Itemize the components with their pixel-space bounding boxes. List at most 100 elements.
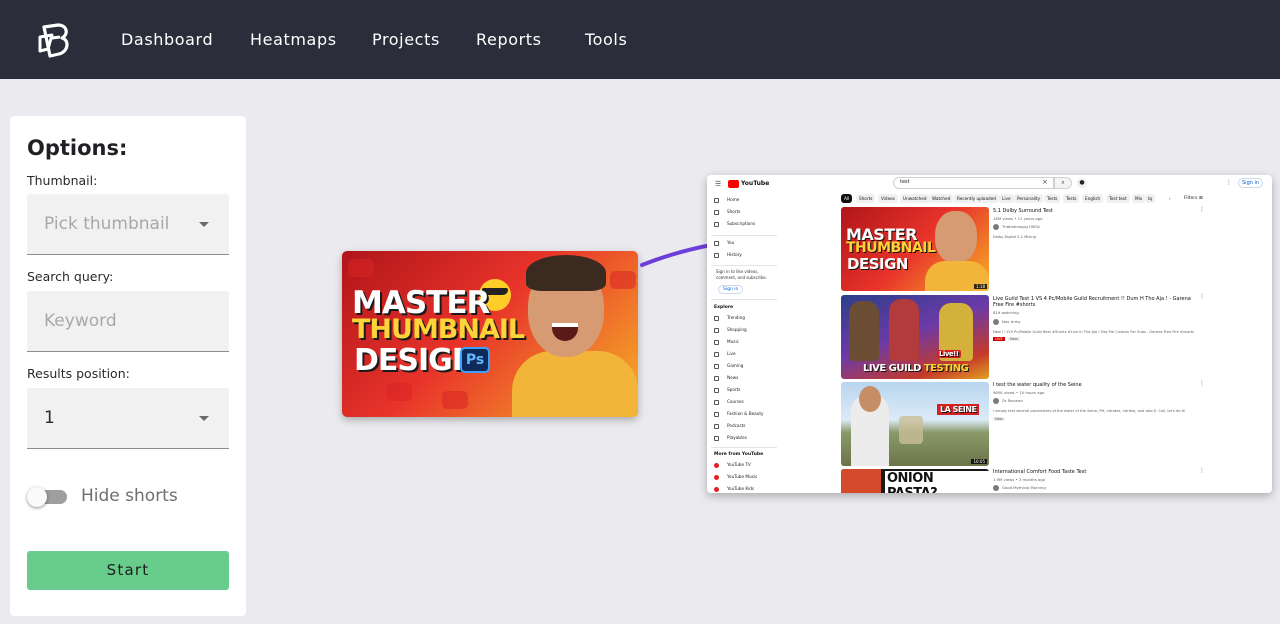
chip: Test test xyxy=(1106,194,1130,203)
thumb-figure xyxy=(889,299,919,361)
yt-side-item: Subscriptions xyxy=(714,221,755,229)
yt-side-item: Playables xyxy=(714,435,747,443)
chip: Live xyxy=(999,194,1014,203)
yt-side-item: Sports xyxy=(714,387,740,395)
microphone-icon: ● xyxy=(1077,178,1087,188)
thumb-block xyxy=(841,469,881,493)
thumb-live-label: Live!! xyxy=(937,350,961,358)
video-channel: Good Mythical Morning xyxy=(993,485,1046,491)
thumbnail-label: Thumbnail: xyxy=(27,173,98,188)
thumb-text: DESIGN xyxy=(847,255,908,273)
yt-side-label: News xyxy=(727,375,739,380)
chip: Personality xyxy=(1014,194,1044,203)
yt-side-item: Live xyxy=(714,351,736,359)
video-title: I test the water quality of the Seine xyxy=(993,382,1082,388)
video-channel: Thatlatinoguy1983z xyxy=(993,224,1040,230)
thumb-figure xyxy=(849,301,879,361)
yt-side-item: YouTube Music xyxy=(714,474,757,482)
nav-heatmaps[interactable]: Heatmaps xyxy=(250,30,337,49)
search-query-input[interactable]: Keyword xyxy=(27,291,229,352)
selected-thumbnail-image: MASTER THUMBNAIL DESIGN Ps xyxy=(342,251,638,417)
shorts-icon xyxy=(714,209,719,215)
options-title: Options: xyxy=(27,136,128,160)
youtube-sidebar: Home Shorts Subscriptions You History Si… xyxy=(707,193,777,493)
yt-signin-note: Sign in to like videos, comment, and sub… xyxy=(716,269,767,280)
yt-side-label: Gaming xyxy=(727,363,744,368)
sports-icon xyxy=(714,387,719,393)
live-badge: LIVE xyxy=(993,337,1005,341)
nav-reports[interactable]: Reports xyxy=(476,30,542,49)
video-meta: 985K views • 10 hours ago xyxy=(993,390,1045,395)
video-thumbnail: Live!! LIVE GUILD TESTING xyxy=(841,295,989,379)
thumb-text: THUMBNAIL xyxy=(846,240,936,256)
youtube-signin-button: Sign in xyxy=(1238,178,1264,188)
yt-side-label: History xyxy=(727,252,742,257)
yt-more-title: More from YouTube xyxy=(714,452,764,457)
video-duration: 10:05 xyxy=(971,459,987,464)
chip: Unwatched xyxy=(900,194,930,203)
thumbnail-select[interactable]: Pick thumbnail xyxy=(27,194,229,255)
subscriptions-icon xyxy=(714,221,719,227)
chip: Mix xyxy=(1132,194,1146,203)
live-icon xyxy=(714,351,719,357)
nav-dashboard[interactable]: Dashboard xyxy=(121,30,213,49)
trending-icon xyxy=(714,315,719,321)
divider xyxy=(711,235,777,236)
video-meta: 1.9M views • 3 months ago xyxy=(993,477,1046,482)
search-query-label: Search query: xyxy=(27,269,114,284)
chip: Shorts xyxy=(856,194,876,203)
yt-side-label: Shorts xyxy=(727,209,741,214)
video-thumbnail: LA SEINE 10:05 xyxy=(841,382,989,466)
brand-logo-icon[interactable] xyxy=(38,19,74,63)
yt-side-label: Shopping xyxy=(727,327,747,332)
start-button[interactable]: Start xyxy=(27,551,229,590)
thumb-face xyxy=(859,386,881,412)
podcasts-icon xyxy=(714,423,719,429)
nav-tools[interactable]: Tools xyxy=(585,30,627,49)
yt-explore-title: Explore xyxy=(714,305,734,310)
yt-side-label: Subscriptions xyxy=(727,221,756,226)
search-query-placeholder: Keyword xyxy=(44,311,117,331)
photoshop-badge-icon: Ps xyxy=(460,347,490,373)
chevron-down-icon xyxy=(199,416,209,421)
options-panel: Options: Thumbnail: Pick thumbnail Searc… xyxy=(10,116,246,616)
video-channel: Dr Rosman xyxy=(993,398,1023,404)
thumb-jar xyxy=(899,416,923,444)
shopping-icon xyxy=(714,327,719,333)
youtube-search-box: test × xyxy=(893,177,1054,189)
home-icon xyxy=(714,197,719,203)
thumbnail-person xyxy=(512,251,638,417)
yt-side-item: Home xyxy=(714,197,739,205)
toggle-knob xyxy=(27,487,47,507)
decor-play-icon xyxy=(348,259,374,277)
more-vertical-icon: ⋮ xyxy=(1199,380,1205,387)
yt-side-label: Trending xyxy=(727,315,745,320)
hide-shorts-label: Hide shorts xyxy=(81,486,178,506)
video-channel: Nax Army xyxy=(993,319,1021,325)
yt-side-item: Shorts xyxy=(714,209,740,217)
yt-side-item: Courses xyxy=(714,399,744,407)
chip-all: All xyxy=(841,194,853,203)
yt-side-label: Music xyxy=(727,339,739,344)
person-shirt xyxy=(512,351,638,417)
more-vertical-icon: ⋮ xyxy=(1199,467,1205,474)
hide-shorts-toggle[interactable] xyxy=(27,487,69,507)
divider xyxy=(711,447,777,448)
yt-side-label: You xyxy=(727,240,735,245)
results-position-select[interactable]: 1 xyxy=(27,388,229,449)
results-position-value: 1 xyxy=(44,408,55,428)
yt-side-item: News xyxy=(714,375,738,383)
chip: English xyxy=(1082,194,1104,203)
results-position-label: Results position: xyxy=(27,366,130,381)
hamburger-menu-icon: ☰ xyxy=(715,180,722,188)
nav-projects[interactable]: Projects xyxy=(372,30,440,49)
yt-side-label: Live xyxy=(727,351,736,356)
filters-label: Filters xyxy=(1184,196,1198,201)
search-icon: ⌕ xyxy=(1054,177,1072,189)
yt-side-item: Fashion & Beauty xyxy=(714,411,764,419)
youtube-music-icon xyxy=(714,474,719,480)
top-nav-bar: Dashboard Heatmaps Projects Reports Tool… xyxy=(0,0,1280,79)
yt-side-item: YouTube TV xyxy=(714,462,751,470)
close-icon: × xyxy=(1042,178,1048,186)
yt-side-item: Music xyxy=(714,339,739,347)
